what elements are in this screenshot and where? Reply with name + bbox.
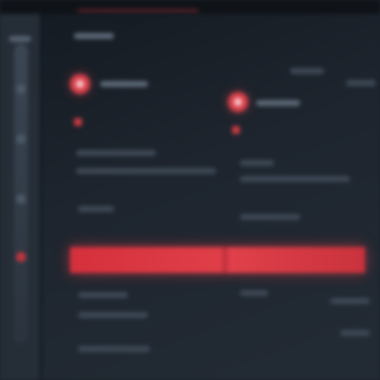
pane-right-heading: [290, 68, 324, 74]
selected-row-highlight[interactable]: [70, 247, 365, 273]
pane-right-line-3: [240, 214, 300, 220]
home-icon[interactable]: [16, 84, 26, 94]
title-bar: [0, 0, 380, 14]
settings-icon[interactable]: [16, 194, 26, 204]
title-accent-bar: [78, 9, 198, 12]
list-icon[interactable]: [16, 134, 26, 144]
pane-left-line-3: [78, 206, 114, 212]
pane-left-line-2: [76, 168, 216, 174]
record-icon[interactable]: [228, 92, 248, 112]
sidebar: [0, 14, 40, 380]
alert-icon[interactable]: [16, 252, 26, 262]
pane-left-heading: [74, 33, 114, 39]
app-window: [0, 0, 380, 380]
pane-left-line-6: [78, 346, 150, 352]
sidebar-divider: [40, 14, 42, 380]
pane-right-line-4: [240, 290, 268, 296]
record-icon[interactable]: [70, 74, 90, 94]
flag-icon: [74, 118, 82, 126]
pane-left-line-1: [76, 150, 156, 156]
pane-right-line-1: [240, 160, 274, 166]
row-divider: [222, 247, 228, 273]
pane-left-line-4: [78, 292, 128, 298]
pane-left-line-5: [78, 312, 148, 318]
pane-right-line-2: [240, 176, 350, 182]
pane-left-title: [100, 81, 148, 87]
pane-right-line-5: [330, 298, 370, 304]
flag-icon: [232, 126, 240, 134]
app-logo: [9, 36, 31, 42]
pane-right-line-6: [340, 330, 370, 336]
pane-right-title: [256, 100, 300, 106]
pane-right-heading-2: [346, 80, 376, 86]
